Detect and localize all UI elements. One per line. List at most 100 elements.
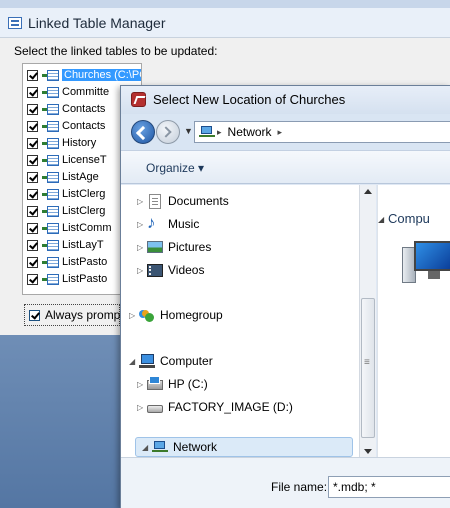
- linked-table-icon: [42, 103, 59, 115]
- computer-large-icon[interactable]: [402, 237, 450, 285]
- group-header: Compu: [388, 211, 430, 226]
- nav-item-music[interactable]: ▷ Music: [137, 213, 200, 234]
- table-checkbox[interactable]: [27, 256, 38, 268]
- linked-table-icon: [42, 256, 59, 268]
- table-label: ListPasto: [62, 256, 108, 268]
- homegroup-icon: [139, 308, 155, 322]
- table-label: ListPasto: [62, 273, 108, 285]
- collapse-icon[interactable]: ◢: [378, 215, 384, 224]
- filename-panel: File name:: [121, 458, 450, 508]
- table-label: ListClerg: [62, 188, 106, 200]
- nav-item-factory-drive[interactable]: ▷ FACTORY_IMAGE (D:): [137, 397, 293, 417]
- table-label: History: [62, 137, 97, 149]
- linked-table-icon: [42, 171, 59, 183]
- linked-table-icon: [42, 137, 59, 149]
- nav-item-homegroup[interactable]: ▷ Homegroup: [129, 305, 223, 325]
- scroll-thumb[interactable]: [361, 298, 375, 438]
- table-checkbox[interactable]: [27, 171, 38, 183]
- pictures-icon: [147, 241, 163, 253]
- nav-item-network[interactable]: ◢ Network: [135, 437, 353, 457]
- nav-label: HP (C:): [168, 377, 208, 391]
- table-checkbox[interactable]: [27, 120, 38, 132]
- nav-label: Music: [168, 217, 200, 231]
- ltm-instruction: Select the linked tables to be updated:: [14, 44, 218, 58]
- table-label: Churches (C:\POMA\POMA Data\POMA Applica…: [62, 69, 141, 81]
- always-prompt-checkbox[interactable]: Always promp: [24, 304, 120, 326]
- ltm-title: Linked Table Manager: [28, 15, 166, 31]
- nav-item-documents[interactable]: ▷ Documents: [137, 191, 229, 211]
- select-location-dialog: Select New Location of Churches ▼ ▸ Netw…: [120, 85, 450, 508]
- table-label: ListComm: [62, 222, 112, 234]
- nav-label: Network: [173, 440, 218, 454]
- system-drive-icon: [147, 376, 163, 390]
- table-checkbox[interactable]: [27, 86, 38, 98]
- collapse-icon[interactable]: ◢: [142, 443, 152, 452]
- linked-table-icon: [42, 69, 59, 81]
- linked-table-icon: [42, 222, 59, 234]
- scroll-down-icon[interactable]: [364, 449, 372, 454]
- videos-icon: [147, 263, 163, 277]
- nav-item-hp-drive[interactable]: ▷ HP (C:): [137, 374, 208, 394]
- navigation-pane: ▷ Documents ▷ Music ▷ Pictures ▷ Videos …: [121, 185, 359, 457]
- table-label: Contacts: [62, 103, 106, 115]
- table-checkbox[interactable]: [27, 154, 38, 166]
- breadcrumb-network[interactable]: Network: [228, 125, 272, 139]
- expand-icon[interactable]: ▷: [137, 220, 147, 229]
- linked-table-icon: [42, 239, 59, 251]
- linked-table-icon: [42, 154, 59, 166]
- table-label: LicenseT: [62, 154, 107, 166]
- desktop-strip: [0, 0, 450, 8]
- filename-input[interactable]: [328, 476, 450, 498]
- nav-label: Documents: [168, 194, 229, 208]
- expand-icon[interactable]: ▷: [137, 403, 147, 412]
- nav-label: Pictures: [168, 240, 212, 254]
- table-checkbox[interactable]: [27, 239, 38, 251]
- dialog-title: Select New Location of Churches: [153, 92, 346, 107]
- organize-button[interactable]: Organize ▾: [146, 161, 204, 175]
- linked-table-icon: [42, 273, 59, 285]
- back-button[interactable]: [131, 120, 155, 144]
- expand-icon[interactable]: ▷: [129, 311, 139, 320]
- table-checkbox[interactable]: [27, 273, 38, 285]
- dialog-toolbar: Organize ▾: [121, 150, 450, 184]
- table-checkbox[interactable]: [27, 188, 38, 200]
- always-prompt-check[interactable]: [29, 309, 40, 321]
- table-checkbox[interactable]: [27, 69, 38, 81]
- linked-table-icon: [42, 86, 59, 98]
- expand-icon[interactable]: ▷: [137, 243, 147, 252]
- documents-icon: [149, 193, 161, 209]
- address-row: ▼ ▸ Network ▸: [121, 114, 450, 150]
- collapse-icon[interactable]: ◢: [129, 357, 139, 366]
- breadcrumb-separator[interactable]: ▸: [217, 127, 222, 138]
- nav-item-computer[interactable]: ◢ Computer: [129, 351, 213, 371]
- table-checkbox[interactable]: [27, 103, 38, 115]
- filename-label: File name:: [271, 480, 328, 494]
- nav-item-videos[interactable]: ▷ Videos: [137, 260, 204, 280]
- recent-locations-dropdown-icon[interactable]: ▼: [184, 126, 193, 136]
- expand-icon[interactable]: ▷: [137, 197, 147, 206]
- table-checkbox[interactable]: [27, 222, 38, 234]
- linked-table-icon: [42, 188, 59, 200]
- table-checkbox[interactable]: [27, 137, 38, 149]
- expand-icon[interactable]: ▷: [137, 266, 147, 275]
- address-bar[interactable]: ▸ Network ▸: [194, 121, 450, 143]
- music-icon: [147, 213, 163, 233]
- expand-icon[interactable]: ▷: [137, 380, 147, 389]
- table-label: Committe: [62, 86, 110, 98]
- nav-item-pictures[interactable]: ▷ Pictures: [137, 237, 211, 257]
- table-manager-icon: [8, 17, 22, 29]
- nav-label: Videos: [168, 263, 205, 277]
- scroll-up-icon[interactable]: [364, 189, 372, 194]
- table-label: ListAge: [62, 171, 99, 183]
- computer-icon: [139, 354, 155, 368]
- table-label: ListClerg: [62, 205, 106, 217]
- network-row[interactable]: ◢ Network: [142, 437, 217, 457]
- table-label: ListLayT: [62, 239, 104, 251]
- table-row[interactable]: Churches (C:\POMA\POMA Data\POMA Applica…: [27, 68, 141, 82]
- nav-label: FACTORY_IMAGE (D:): [168, 400, 293, 414]
- always-prompt-label: Always promp: [45, 308, 121, 322]
- navigation-scrollbar[interactable]: [359, 185, 376, 457]
- table-checkbox[interactable]: [27, 205, 38, 217]
- breadcrumb-separator[interactable]: ▸: [278, 127, 283, 138]
- forward-button[interactable]: [156, 120, 180, 144]
